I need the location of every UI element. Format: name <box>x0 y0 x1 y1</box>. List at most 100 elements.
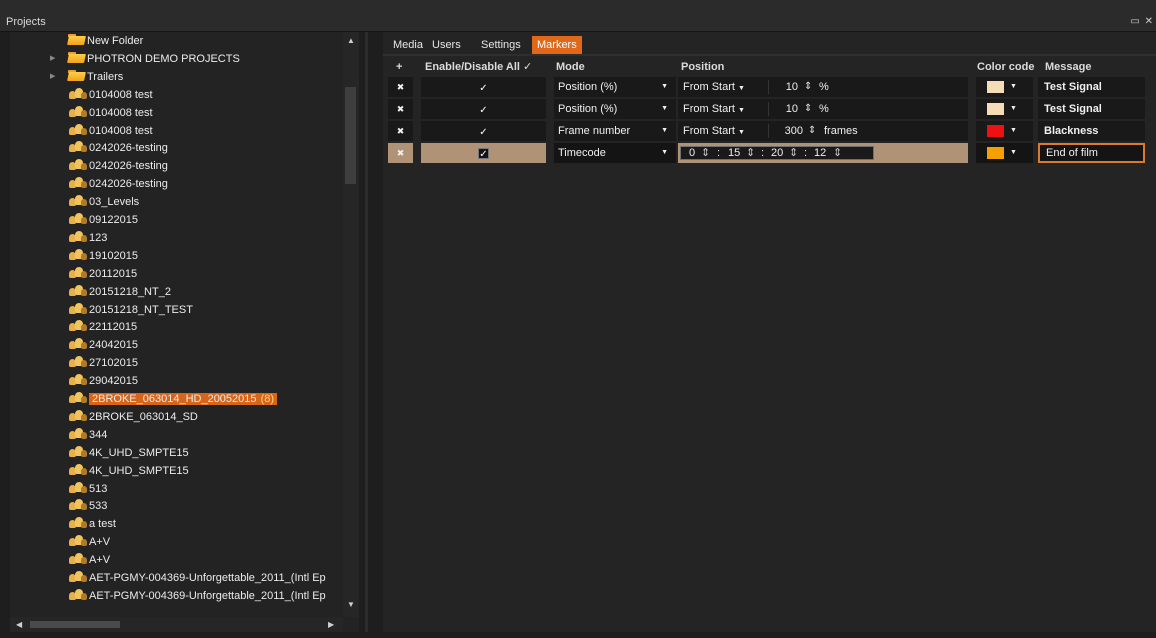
spinner-icon[interactable]: ⇕ <box>804 77 812 97</box>
tab-markers[interactable]: Markers <box>532 36 582 54</box>
tree-project-item[interactable]: 27102015 <box>68 354 138 372</box>
color-code-dropdown[interactable]: ▼ <box>976 99 1033 119</box>
spinner-icon[interactable]: ⇕ <box>833 147 842 159</box>
tree-project-item[interactable]: 4K_UHD_SMPTE15 <box>68 462 189 480</box>
spinner-icon[interactable]: ⇕ <box>701 147 710 159</box>
message-field[interactable]: Blackness <box>1038 121 1145 141</box>
position-value[interactable]: 300 <box>773 121 803 141</box>
tree-project-item[interactable]: 0242026-testing <box>68 175 168 193</box>
tree-project-item[interactable]: 24042015 <box>68 336 138 354</box>
timecode-separator: : <box>717 147 721 159</box>
from-start-dropdown[interactable]: From Start ▼ <box>683 121 745 143</box>
delete-marker-icon[interactable]: ✖ <box>388 143 413 163</box>
panel-splitter[interactable] <box>365 32 368 632</box>
from-start-dropdown[interactable]: From Start ▼ <box>683 77 745 99</box>
tree-project-item[interactable]: 22112015 <box>68 318 137 336</box>
delete-marker-icon[interactable]: ✖ <box>388 77 413 97</box>
window-controls[interactable]: ▭ ✕ <box>1130 16 1154 27</box>
expand-arrow-icon[interactable]: ▶ <box>50 50 55 68</box>
tree-project-item[interactable]: 0242026-testing <box>68 157 168 175</box>
tree-project-item[interactable]: 0104008 test <box>68 86 153 104</box>
tree-project-item[interactable]: 29042015 <box>68 372 138 390</box>
mode-dropdown[interactable]: Position (%) ▼ <box>554 99 676 119</box>
hscrollbar-thumb[interactable] <box>30 621 120 628</box>
tree-project-item[interactable]: A+V <box>68 533 110 551</box>
timecode-seconds[interactable]: 20 <box>771 147 783 159</box>
message-field[interactable]: Test Signal <box>1038 77 1145 97</box>
enable-checkbox[interactable]: ✓ <box>478 105 489 116</box>
tree-project-item[interactable]: 2BROKE_063014_SD <box>68 408 198 426</box>
timecode-editor[interactable]: 0 ⇕ : 15 ⇕ : 20 ⇕ : 12 ⇕ <box>680 146 874 160</box>
color-code-dropdown[interactable]: ▼ <box>976 121 1033 141</box>
marker-enable-cell[interactable]: ✓ <box>421 143 546 163</box>
tree-project-item[interactable]: 2BROKE_063014_HD_20052015 (8) <box>68 390 278 408</box>
project-people-icon <box>68 355 88 369</box>
tree-project-item[interactable]: 20151218_NT_2 <box>68 283 171 301</box>
expand-arrow-icon[interactable]: ▶ <box>50 68 55 86</box>
color-code-dropdown[interactable]: ▼ <box>976 77 1033 97</box>
tree-project-item[interactable]: 03_Levels <box>68 193 139 211</box>
delete-marker-icon[interactable]: ✖ <box>388 99 413 119</box>
tree-item-label: 0242026-testing <box>89 160 168 173</box>
horizontal-scrollbar[interactable]: ◀ ▶ <box>10 617 343 632</box>
spinner-icon[interactable]: ⇕ <box>808 121 816 141</box>
tab-users[interactable]: Users <box>427 36 466 54</box>
tree-project-item[interactable]: 0104008 test <box>68 104 153 122</box>
scroll-right-arrow-icon[interactable]: ▶ <box>328 620 334 629</box>
mode-dropdown[interactable]: Position (%) ▼ <box>554 77 676 97</box>
enable-checkbox[interactable]: ✓ <box>478 148 489 160</box>
tree-project-item[interactable]: AET-PGMY-004369-Unforgettable_2011_(Intl… <box>68 587 326 605</box>
tree-project-item[interactable]: 20112015 <box>68 265 137 283</box>
tree-project-item[interactable]: 20151218_NT_TEST <box>68 301 193 319</box>
add-marker-button[interactable]: + <box>396 60 402 74</box>
timecode-minutes[interactable]: 15 <box>728 147 740 159</box>
tree-project-item[interactable]: 533 <box>68 497 107 515</box>
tab-media[interactable]: Media <box>388 36 428 54</box>
tree-project-item[interactable]: 19102015 <box>68 247 138 265</box>
enable-checkbox[interactable]: ✓ <box>478 127 489 138</box>
timecode-frames[interactable]: 12 <box>814 147 826 159</box>
marker-row[interactable]: ✖ ✓ Position (%) ▼ From Start ▼ 10 ⇕ % ▼ T… <box>388 99 1145 119</box>
enable-disable-all-toggle[interactable]: Enable/Disable All ✓ <box>425 60 532 74</box>
marker-row[interactable]: ✖ ✓ Position (%) ▼ From Start ▼ 10 ⇕ % ▼ T… <box>388 77 1145 97</box>
tree-folder-item[interactable]: ▶ Trailers <box>50 68 123 86</box>
enable-checkbox[interactable]: ✓ <box>478 83 489 94</box>
position-value[interactable]: 10 <box>768 99 798 119</box>
vertical-scrollbar[interactable]: ▲ ▼ <box>343 32 359 617</box>
scroll-left-arrow-icon[interactable]: ◀ <box>16 620 22 629</box>
scrollbar-thumb[interactable] <box>345 87 356 184</box>
tree-folder-item[interactable]: ▶ PHOTRON DEMO PROJECTS <box>50 50 240 68</box>
message-field[interactable]: Test Signal <box>1038 99 1145 119</box>
tree-project-item[interactable]: 344 <box>68 426 107 444</box>
tree-project-item[interactable]: 0242026-testing <box>68 139 168 157</box>
message-field[interactable]: End of film <box>1038 143 1145 163</box>
color-code-dropdown[interactable]: ▼ <box>976 143 1033 163</box>
tree-project-item[interactable]: AET-PGMY-004369-Unforgettable_2011_(Intl… <box>68 569 326 587</box>
tree-project-item[interactable]: 0104008 test <box>68 122 153 140</box>
tree-project-item[interactable]: a test <box>68 515 116 533</box>
spinner-icon[interactable]: ⇕ <box>804 99 812 119</box>
delete-marker-icon[interactable]: ✖ <box>388 121 413 141</box>
tree-folder-item[interactable]: New Folder <box>68 32 143 50</box>
marker-enable-cell[interactable]: ✓ <box>421 77 546 97</box>
position-value[interactable]: 10 <box>768 77 798 97</box>
mode-value: Frame number <box>558 125 631 137</box>
tab-settings[interactable]: Settings <box>476 36 526 54</box>
marker-enable-cell[interactable]: ✓ <box>421 99 546 119</box>
spinner-icon[interactable]: ⇕ <box>789 147 798 159</box>
tree-project-item[interactable]: 09122015 <box>68 211 138 229</box>
spinner-icon[interactable]: ⇕ <box>746 147 755 159</box>
timecode-hours[interactable]: 0 <box>689 147 695 159</box>
from-start-dropdown[interactable]: From Start ▼ <box>683 99 745 121</box>
marker-enable-cell[interactable]: ✓ <box>421 121 546 141</box>
tree-project-item[interactable]: 4K_UHD_SMPTE15 <box>68 444 189 462</box>
scroll-up-arrow-icon[interactable]: ▲ <box>347 36 355 45</box>
marker-row[interactable]: ✖ ✓ Frame number ▼ From Start ▼ 300 ⇕ fram… <box>388 121 1145 141</box>
mode-dropdown[interactable]: Frame number ▼ <box>554 121 676 141</box>
marker-row-selected[interactable]: ✖ ✓ Timecode ▼ 0 ⇕ : 15 ⇕ : 20 ⇕ : 12 ⇕ ▼… <box>388 143 1145 163</box>
mode-dropdown[interactable]: Timecode ▼ <box>554 143 676 163</box>
tree-project-item[interactable]: 123 <box>68 229 107 247</box>
tree-project-item[interactable]: 513 <box>68 480 107 498</box>
scroll-down-arrow-icon[interactable]: ▼ <box>347 600 355 609</box>
tree-project-item[interactable]: A+V <box>68 551 110 569</box>
